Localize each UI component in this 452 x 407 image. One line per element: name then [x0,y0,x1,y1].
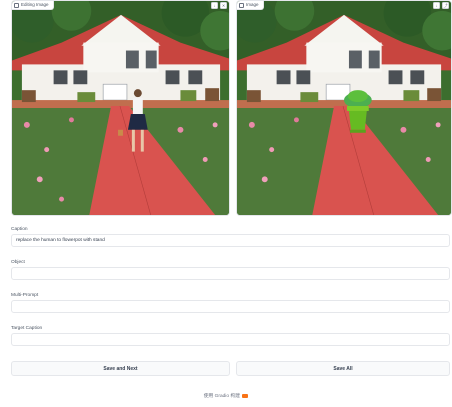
garden-house-photo-with-flowerpot [237,1,451,215]
image-label-text: Editing Image [21,2,49,7]
share-icon[interactable]: ⤴ [442,2,449,9]
image-icon [239,2,244,8]
garden-house-photo-with-person [12,1,229,215]
editing-image-panel[interactable]: Editing Image ↓ ✕ [11,0,230,216]
save-all-button[interactable]: Save All [236,361,450,376]
object-input[interactable] [11,267,450,280]
footer: 使用 Gradio 构建 [0,392,452,399]
download-icon[interactable]: ↓ [211,2,218,9]
caption-input[interactable]: replace the human to flowerpot with stan… [11,234,450,247]
target-caption-field: Target Caption [11,325,450,346]
image-label-tag: Editing Image [12,1,54,10]
save-and-next-button[interactable]: Save and Next [11,361,230,376]
image-label-tag: Image [237,1,264,10]
multi-prompt-label: Multi-Prompt [11,293,39,298]
image-actions: ↓ ⤴ [433,2,449,9]
footer-link[interactable]: 使用 Gradio 构建 [204,394,240,399]
multi-prompt-input[interactable] [11,300,450,313]
caption-field: Caption replace the human to flowerpot w… [11,226,450,247]
close-icon[interactable]: ✕ [220,2,227,9]
image-actions: ↓ ✕ [211,2,227,9]
target-caption-label: Target Caption [11,326,43,331]
target-caption-input[interactable] [11,333,450,346]
caption-label: Caption [11,227,28,232]
gradio-logo-icon [242,393,249,398]
image-label-text: Image [246,2,259,7]
download-icon[interactable]: ↓ [433,2,440,9]
image-icon [14,2,19,8]
object-field: Object [11,259,450,280]
object-label: Object [11,260,25,265]
multi-prompt-field: Multi-Prompt [11,292,450,313]
result-image-panel[interactable]: Image ↓ ⤴ [236,0,452,216]
